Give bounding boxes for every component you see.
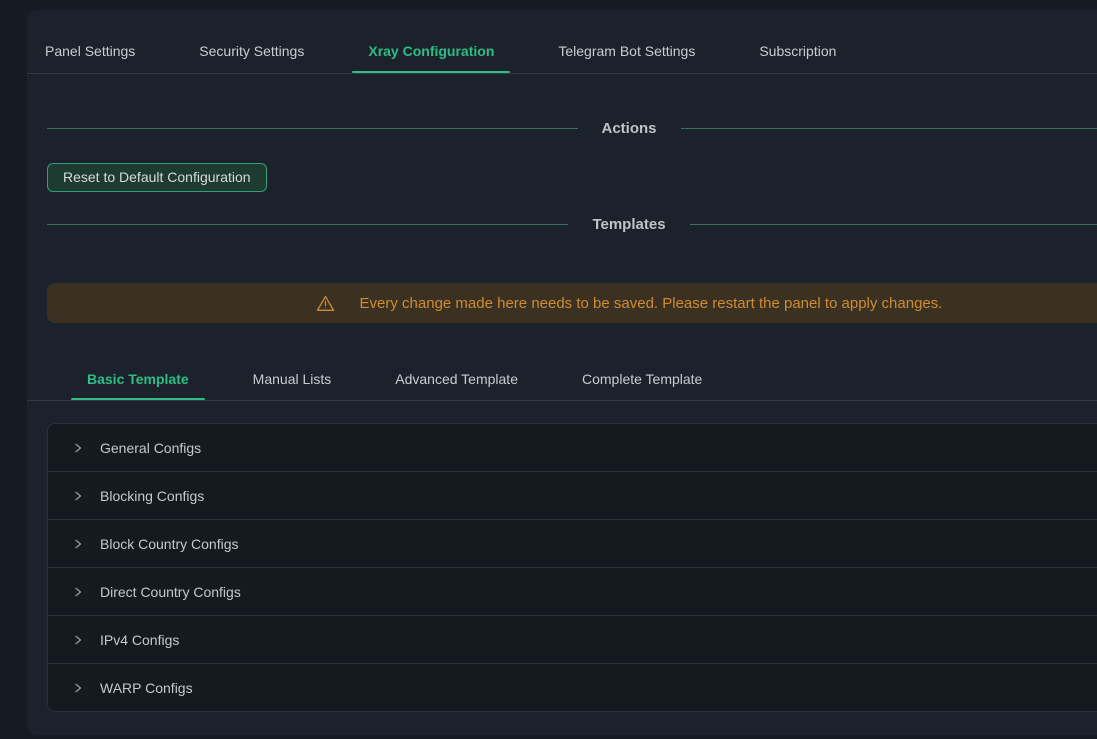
tab-telegram-bot-settings[interactable]: Telegram Bot Settings: [558, 43, 695, 73]
chevron-right-icon: [72, 682, 84, 694]
tab-panel-settings[interactable]: Panel Settings: [45, 43, 135, 73]
tab-subscription[interactable]: Subscription: [759, 43, 836, 73]
warning-message: Every change made here needs to be saved…: [360, 295, 943, 312]
templates-divider-title: Templates: [592, 216, 665, 233]
config-collapse-list: General Configs Blocking Configs Block C…: [47, 423, 1097, 712]
collapse-header-label: Blocking Configs: [100, 488, 204, 504]
tab-xray-configuration[interactable]: Xray Configuration: [368, 43, 494, 73]
tab-security-settings[interactable]: Security Settings: [199, 43, 304, 73]
settings-card: Panel Settings Security Settings Xray Co…: [27, 10, 1097, 735]
actions-divider: Actions: [47, 119, 1097, 137]
chevron-right-icon: [72, 490, 84, 502]
warning-icon: [316, 294, 335, 313]
tab-advanced-template[interactable]: Advanced Template: [395, 371, 518, 400]
collapse-header-label: IPv4 Configs: [100, 632, 179, 648]
chevron-right-icon: [72, 586, 84, 598]
reset-default-config-button[interactable]: Reset to Default Configuration: [47, 163, 267, 192]
chevron-right-icon: [72, 634, 84, 646]
collapse-header-blocking-configs[interactable]: Blocking Configs: [48, 472, 1097, 520]
tab-basic-template[interactable]: Basic Template: [87, 371, 189, 400]
collapse-header-general-configs[interactable]: General Configs: [48, 424, 1097, 472]
templates-divider: Templates: [47, 215, 1097, 233]
collapse-header-label: Direct Country Configs: [100, 584, 241, 600]
tab-manual-lists[interactable]: Manual Lists: [253, 371, 332, 400]
collapse-header-label: General Configs: [100, 440, 201, 456]
collapse-header-label: Block Country Configs: [100, 536, 239, 552]
collapse-header-direct-country-configs[interactable]: Direct Country Configs: [48, 568, 1097, 616]
actions-divider-title: Actions: [602, 120, 657, 137]
collapse-header-warp-configs[interactable]: WARP Configs: [48, 664, 1097, 711]
tab-complete-template[interactable]: Complete Template: [582, 371, 702, 400]
template-tab-bar: Basic Template Manual Lists Advanced Tem…: [27, 323, 1097, 401]
collapse-header-label: WARP Configs: [100, 680, 193, 696]
main-tab-bar: Panel Settings Security Settings Xray Co…: [27, 10, 1097, 74]
chevron-right-icon: [72, 442, 84, 454]
collapse-header-ipv4-configs[interactable]: IPv4 Configs: [48, 616, 1097, 664]
collapse-header-block-country-configs[interactable]: Block Country Configs: [48, 520, 1097, 568]
chevron-right-icon: [72, 538, 84, 550]
warning-banner: Every change made here needs to be saved…: [47, 283, 1097, 323]
